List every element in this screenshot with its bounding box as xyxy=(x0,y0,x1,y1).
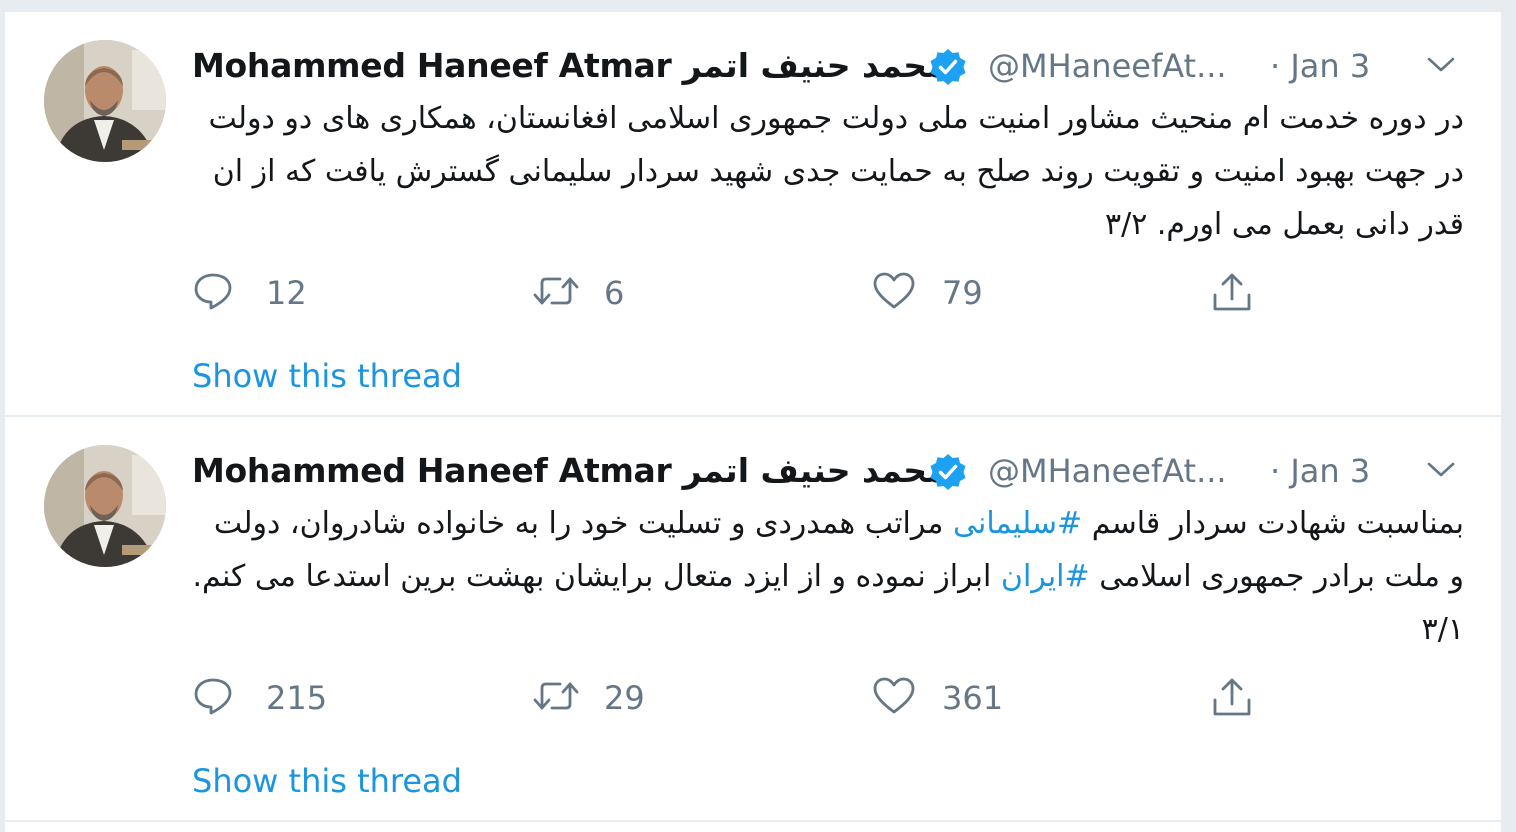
tweet-actions: 12 6 79 xyxy=(192,267,1292,317)
avatar[interactable] xyxy=(44,40,166,162)
avatar[interactable] xyxy=(44,445,166,567)
tweet-timestamp[interactable]: · Jan 3 xyxy=(1270,47,1370,85)
tweet-timestamp[interactable]: · Jan 3 xyxy=(1270,452,1370,490)
author-handle[interactable]: @MHaneefAt... xyxy=(988,452,1227,490)
reply-icon xyxy=(194,678,232,715)
tweet-text-segment: بمناسبت شهادت سردار قاسم xyxy=(1082,506,1464,541)
retweet-count: 6 xyxy=(604,274,625,312)
heart-icon xyxy=(873,677,915,714)
tweet-header: Mohammed Haneef Atmar محمد حنیف اتمر @MH… xyxy=(192,42,1482,88)
retweet-count: 29 xyxy=(604,679,645,717)
like-count: 79 xyxy=(942,274,983,312)
hashtag-link[interactable]: #سلیمانی xyxy=(953,506,1082,541)
timeline-feed: Mohammed Haneef Atmar محمد حنیف اتمر @MH… xyxy=(4,12,1502,832)
tweet-text: بمناسبت شهادت سردار قاسم #سلیمانی مراتب … xyxy=(192,497,1464,656)
author-name[interactable]: Mohammed Haneef Atmar محمد حنیف اتمر xyxy=(192,451,948,490)
author-handle[interactable]: @MHaneefAt... xyxy=(988,47,1227,85)
share-icon xyxy=(1213,273,1251,311)
hashtag-link[interactable]: #ایران xyxy=(1001,559,1090,594)
retweet-icon xyxy=(533,682,579,710)
tweet-actions: 215 29 361 xyxy=(192,672,1292,722)
chevron-down-icon[interactable] xyxy=(1426,54,1456,76)
reply-count: 12 xyxy=(266,274,307,312)
heart-icon xyxy=(873,272,915,309)
reply-icon xyxy=(194,273,232,310)
tweet[interactable]: Mohammed Haneef Atmar محمد حنیف اتمر @MH… xyxy=(5,417,1501,822)
verified-badge-icon xyxy=(928,47,968,87)
tweet-text-segment: در دوره خدمت ام منحیث مشاور امنیت ملی دو… xyxy=(208,101,1464,242)
tweet[interactable]: Mohammed Haneef Atmar محمد حنیف اتمر @MH… xyxy=(5,12,1501,417)
verified-badge-icon xyxy=(928,452,968,492)
like-count: 361 xyxy=(942,679,1004,717)
author-name[interactable]: Mohammed Haneef Atmar محمد حنیف اتمر xyxy=(192,46,948,85)
tweet-header: Mohammed Haneef Atmar محمد حنیف اتمر @MH… xyxy=(192,447,1482,493)
share-icon xyxy=(1213,678,1251,716)
show-thread-link[interactable]: Show this thread xyxy=(192,762,462,800)
chevron-down-icon[interactable] xyxy=(1426,459,1456,481)
show-thread-link[interactable]: Show this thread xyxy=(192,357,462,395)
tweet-text: در دوره خدمت ام منحیث مشاور امنیت ملی دو… xyxy=(192,92,1464,251)
retweet-icon xyxy=(533,277,579,305)
reply-count: 215 xyxy=(266,679,328,717)
